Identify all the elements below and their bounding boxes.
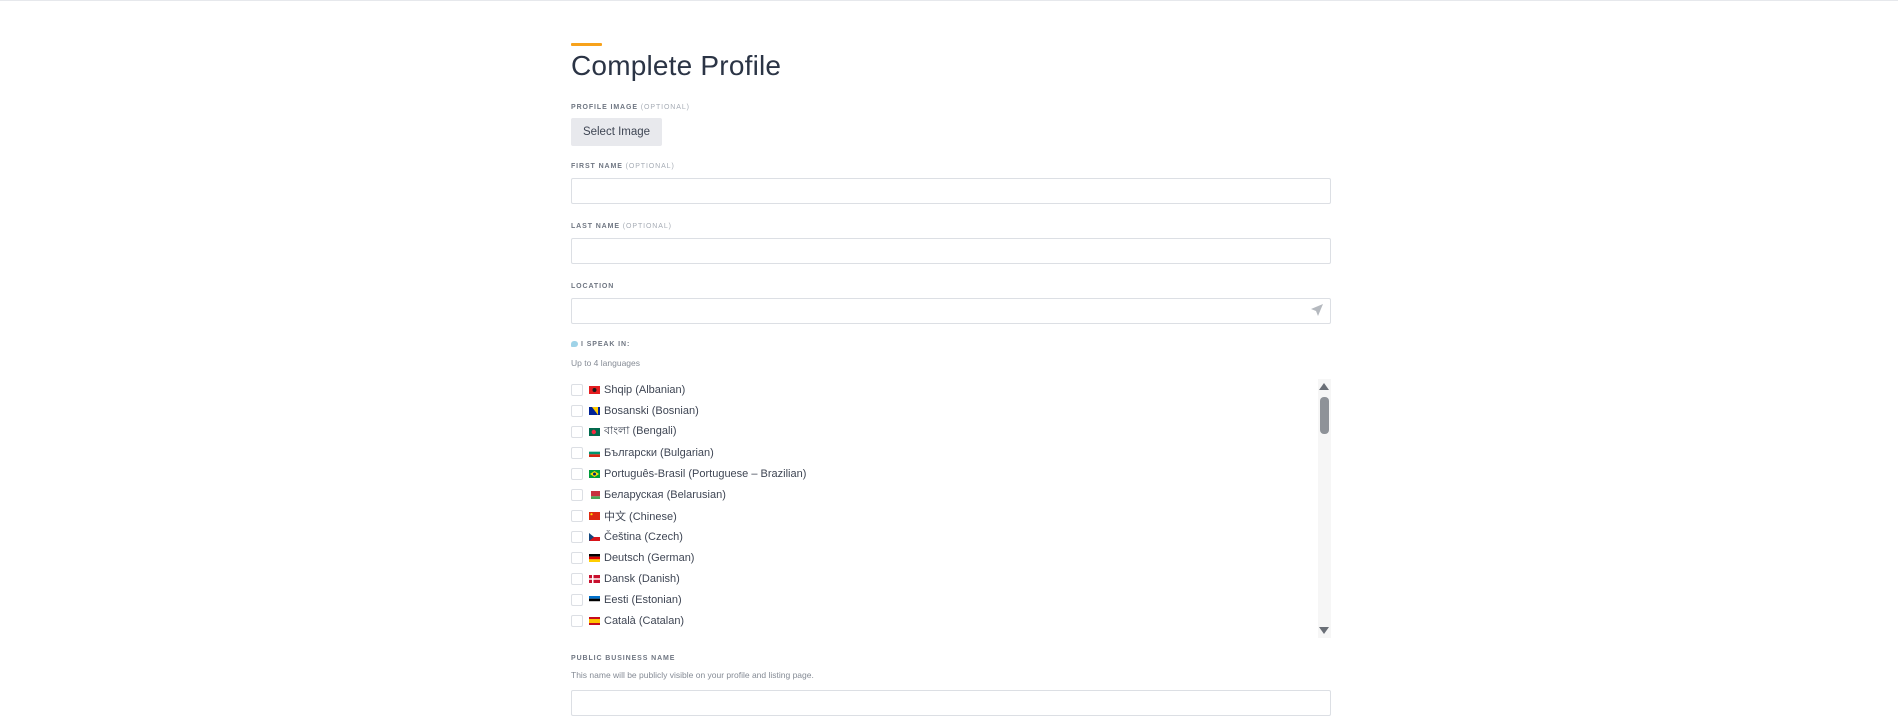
checkbox[interactable] xyxy=(571,572,583,585)
languages-hint: Up to 4 languages xyxy=(571,358,640,368)
bosnia-flag-icon xyxy=(589,406,600,415)
languages-label: I SPEAK IN: xyxy=(571,341,630,348)
language-label: Português-Brasil (Portuguese – Brazilian… xyxy=(604,467,807,480)
checkbox[interactable] xyxy=(571,467,583,480)
language-item-german[interactable]: Deutsch (German) xyxy=(571,547,694,568)
checkbox[interactable] xyxy=(571,530,583,543)
language-item-albanian[interactable]: Shqip (Albanian) xyxy=(571,379,685,400)
language-label: Български (Bulgarian) xyxy=(604,446,714,459)
language-item-bosnian[interactable]: Bosanski (Bosnian) xyxy=(571,400,699,421)
brazil-flag-icon xyxy=(589,469,600,478)
languages-label-text: I SPEAK IN: xyxy=(581,341,631,348)
language-item-portuguese-brazilian[interactable]: Português-Brasil (Portuguese – Brazilian… xyxy=(571,463,806,484)
business-name-hint: This name will be publicly visible on yo… xyxy=(571,670,814,680)
checkbox[interactable] xyxy=(571,551,583,564)
select-image-button[interactable]: Select Image xyxy=(571,118,662,146)
last-name-label: LAST NAME (OPTIONAL) xyxy=(571,223,672,230)
language-label: Català (Catalan) xyxy=(604,614,685,627)
language-label: Dansk (Danish) xyxy=(604,572,680,585)
language-item-chinese[interactable]: 中文 (Chinese) xyxy=(571,505,677,526)
bangladesh-flag-icon xyxy=(589,427,600,436)
bulgaria-flag-icon xyxy=(589,448,600,457)
checkbox[interactable] xyxy=(571,509,583,522)
language-item-bulgarian[interactable]: Български (Bulgarian) xyxy=(571,442,714,463)
language-list[interactable]: Shqip (Albanian) Bosanski (Bosnian) বাংল… xyxy=(571,379,1333,638)
language-item-belarusian[interactable]: Беларуская (Belarusian) xyxy=(571,484,726,505)
checkbox[interactable] xyxy=(571,593,583,606)
language-label: বাংলা (Bengali) xyxy=(604,425,677,437)
business-name-label: PUBLIC BUSINESS NAME xyxy=(571,655,676,662)
profile-image-label: PROFILE IMAGE (OPTIONAL) xyxy=(571,104,690,111)
last-name-input[interactable] xyxy=(571,238,1331,264)
checkbox[interactable] xyxy=(571,488,583,501)
page-title: Complete Profile xyxy=(571,50,782,81)
language-item-catalan[interactable]: Català (Catalan) xyxy=(571,610,684,631)
first-name-input[interactable] xyxy=(571,178,1331,204)
scroll-down-arrow-icon[interactable] xyxy=(1319,627,1329,634)
language-label: Bosanski (Bosnian) xyxy=(604,404,699,417)
scrollbar-thumb[interactable] xyxy=(1320,397,1329,434)
top-divider xyxy=(0,0,1898,1)
location-arrow-icon[interactable] xyxy=(1310,303,1324,317)
language-label: Беларуская (Belarusian) xyxy=(604,488,726,501)
language-label: Eesti (Estonian) xyxy=(604,593,682,606)
first-name-label: FIRST NAME (OPTIONAL) xyxy=(571,163,675,170)
checkbox[interactable] xyxy=(571,404,583,417)
checkbox[interactable] xyxy=(571,614,583,627)
profile-image-label-text: PROFILE IMAGE xyxy=(571,104,638,111)
language-label: 中文 (Chinese) xyxy=(604,510,677,523)
first-name-optional: (OPTIONAL) xyxy=(625,163,675,170)
location-label: LOCATION xyxy=(571,283,615,290)
last-name-label-text: LAST NAME xyxy=(571,223,620,230)
checkbox[interactable] xyxy=(571,383,583,396)
first-name-label-text: FIRST NAME xyxy=(571,163,623,170)
germany-flag-icon xyxy=(589,553,600,562)
location-input[interactable] xyxy=(571,298,1331,324)
albania-flag-icon xyxy=(589,385,600,394)
language-label: Deutsch (German) xyxy=(604,551,695,564)
checkbox[interactable] xyxy=(571,425,583,438)
language-label: Shqip (Albanian) xyxy=(604,383,686,396)
language-label: Čeština (Czech) xyxy=(604,530,683,543)
profile-image-optional: (OPTIONAL) xyxy=(640,104,690,111)
language-item-estonian[interactable]: Eesti (Estonian) xyxy=(571,589,682,610)
checkbox[interactable] xyxy=(571,446,583,459)
spain-flag-icon xyxy=(589,616,600,625)
title-accent-bar xyxy=(571,43,602,46)
language-item-danish[interactable]: Dansk (Danish) xyxy=(571,568,680,589)
estonia-flag-icon xyxy=(589,595,600,604)
business-name-input[interactable] xyxy=(571,690,1331,716)
last-name-optional: (OPTIONAL) xyxy=(622,223,672,230)
scroll-up-arrow-icon[interactable] xyxy=(1319,383,1329,390)
speech-bubble-icon xyxy=(571,341,578,348)
denmark-flag-icon xyxy=(589,574,600,583)
language-item-bengali[interactable]: বাংলা (Bengali) xyxy=(571,421,677,442)
belarus-flag-icon xyxy=(589,490,600,499)
language-item-czech[interactable]: Čeština (Czech) xyxy=(571,526,683,547)
czech-flag-icon xyxy=(589,532,600,541)
china-flag-icon xyxy=(589,511,600,520)
